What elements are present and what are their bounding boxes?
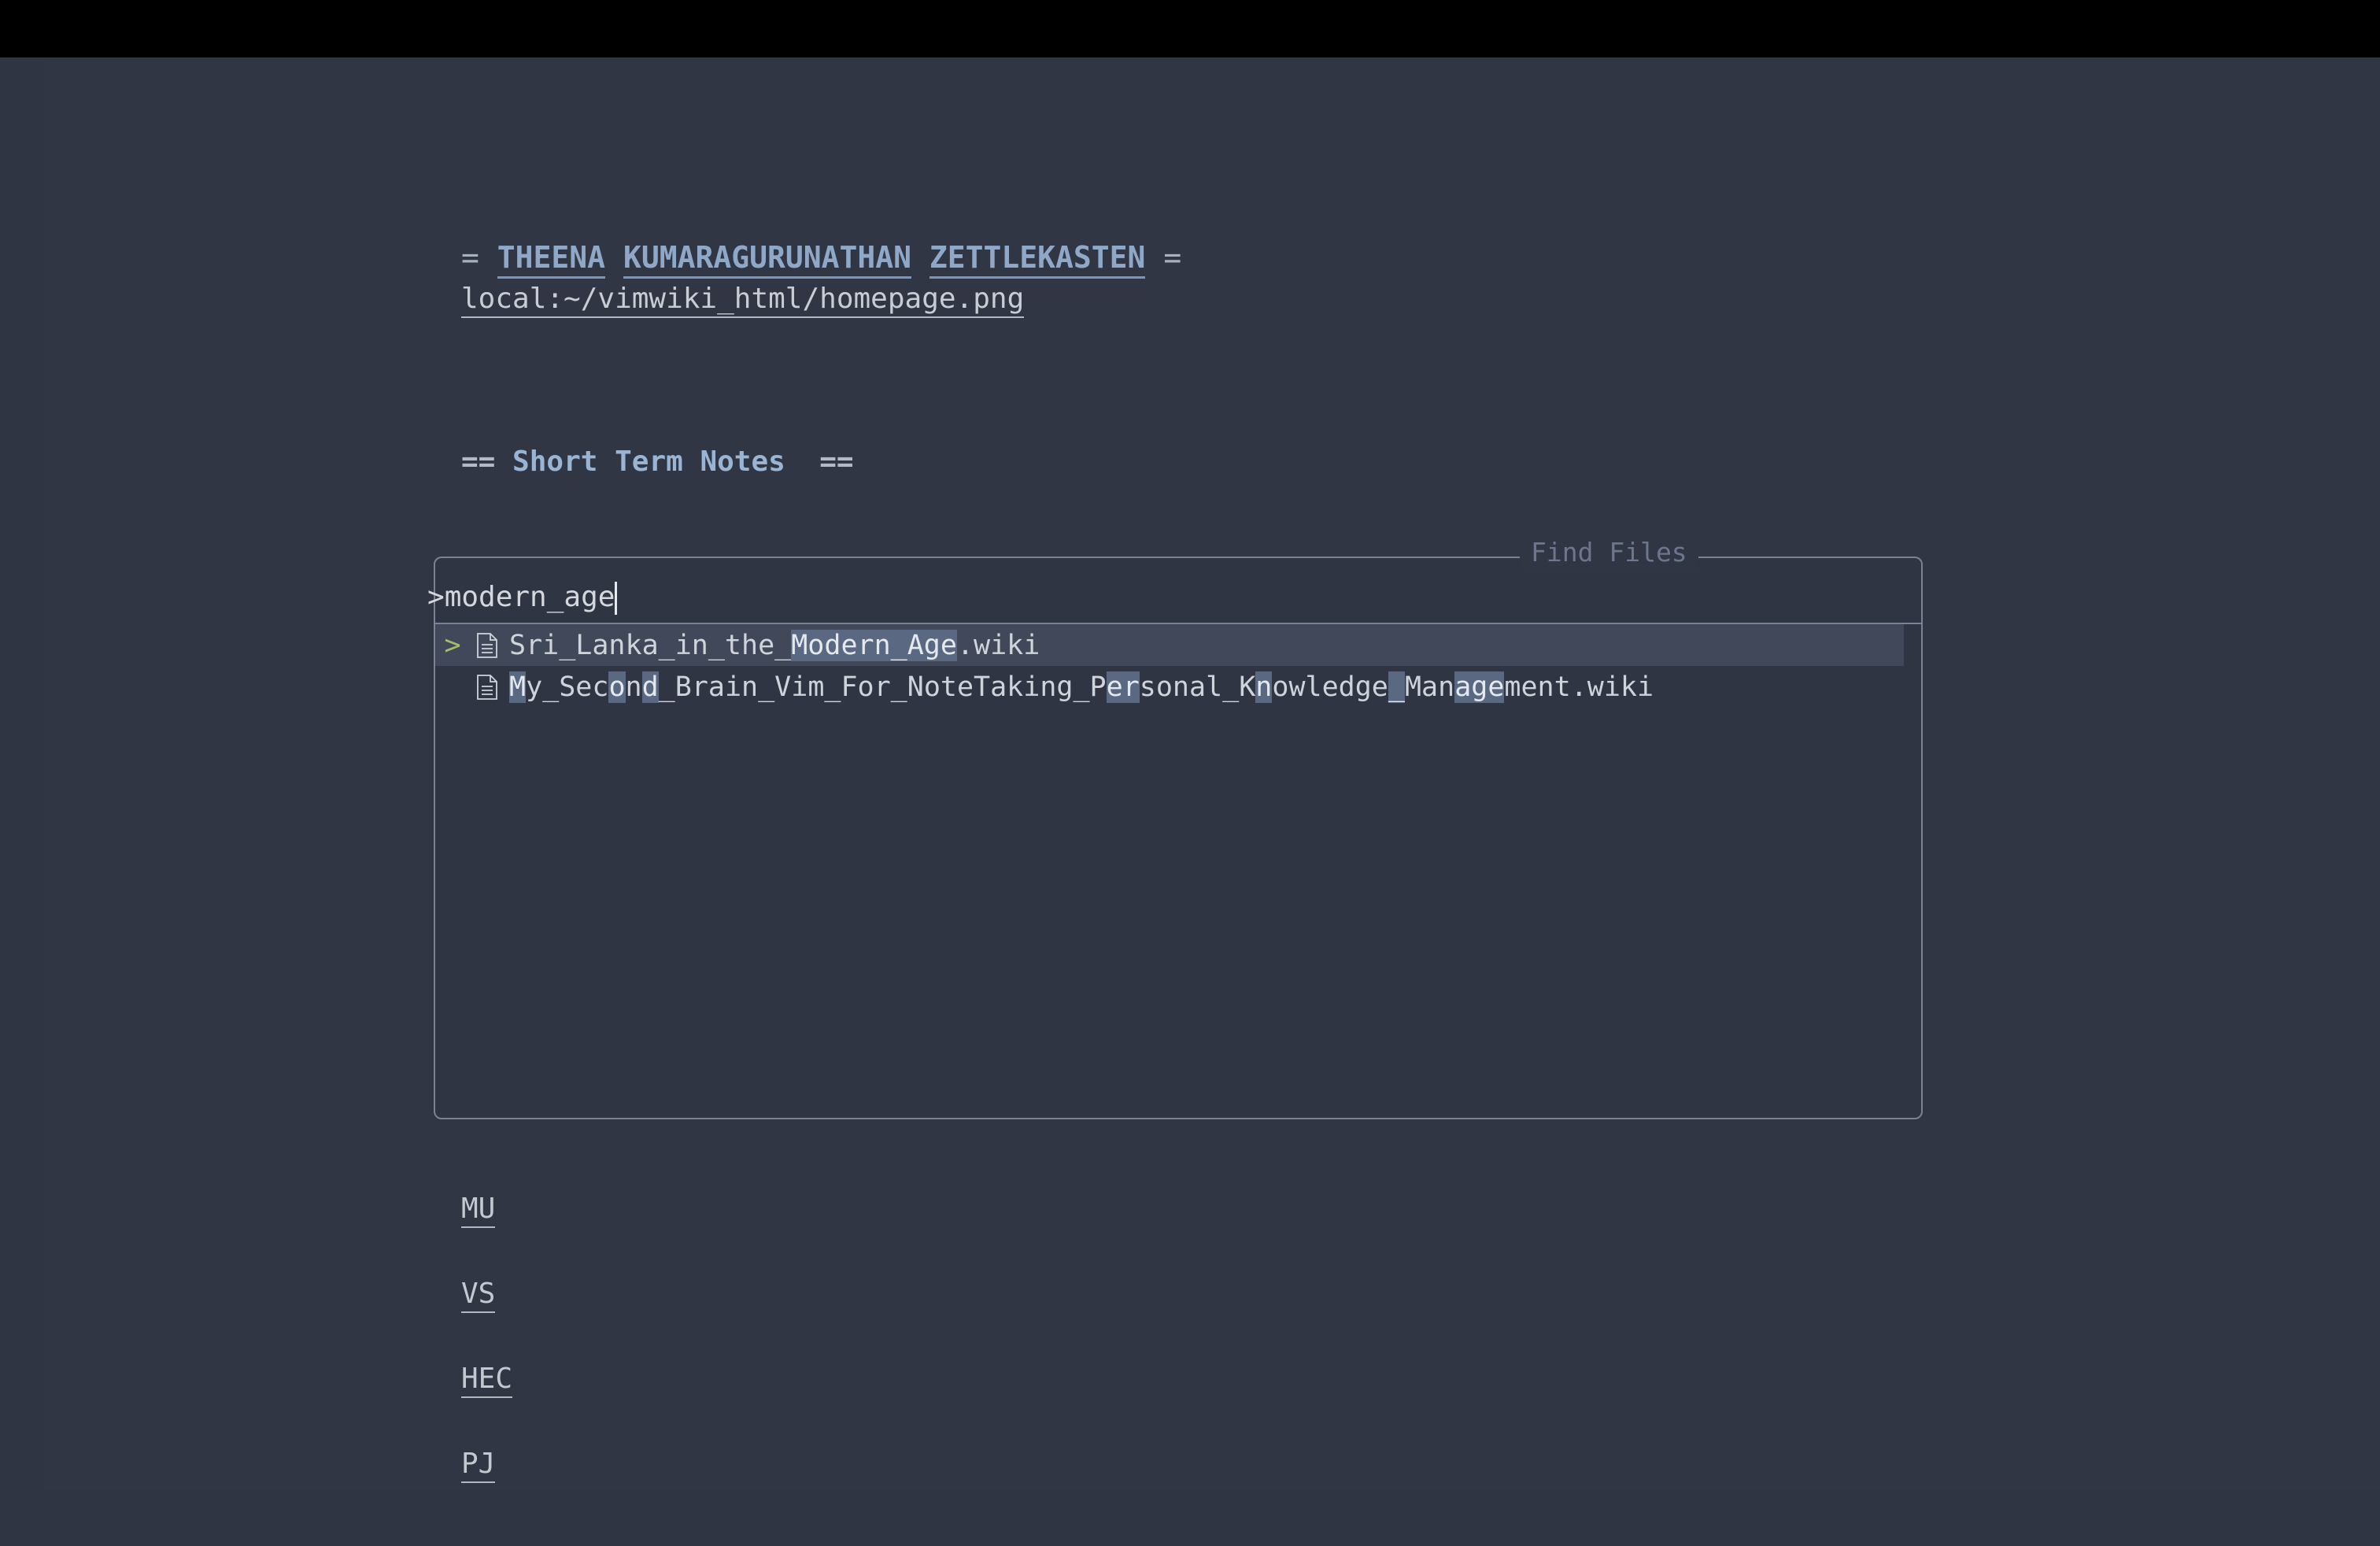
list-item-label: Sri_Lanka_in_the_Modern_Age.wiki [504,629,1040,661]
heading-marker-left: == [461,446,496,478]
title-word-3[interactable]: ZETTLEKASTEN [929,240,1146,279]
finder-title: Find Files [1520,537,1698,568]
image-path-text: local:~/vimwiki_html/homepage.png [461,283,1025,318]
find-files-popup: Find Files > modern_age > Sri_Lanka_in_t… [427,537,1924,1120]
list-item-label: My_Second_Brain_Vim_For_NoteTaking_Perso… [504,671,1654,703]
plain-text: Man [1404,671,1455,703]
finder-prompt-box: Find Files > modern_age [427,537,1923,623]
match-highlight: age [1454,671,1505,703]
match-highlight: er [1106,671,1140,703]
search-input-value: modern_age [444,580,615,613]
window-topbar [0,0,2380,57]
image-path-link[interactable]: local:~/vimwiki_html/homepage.png [461,279,1025,320]
plain-text: owledge [1272,671,1388,703]
vimwiki-page: = THEENA KUMARAGURUNATHAN ZETTLEKASTEN =… [0,57,2380,1546]
match-highlight: M [509,671,527,703]
plain-text: y_Sec [526,671,609,703]
plain-text: Sri_Lanka_in_the_ [509,629,792,661]
plain-text: sonal_K [1139,671,1256,703]
match-highlight: d [641,671,659,703]
file-icon [470,632,504,658]
wikilink-pj[interactable]: PJ [461,1446,496,1483]
finder-search-input[interactable]: > modern_age [427,577,1923,616]
title-word-2[interactable]: KUMARAGURUNATHAN [623,240,911,279]
match-highlight: _ [1388,671,1405,703]
wikilink-hec[interactable]: HEC [461,1361,513,1398]
plain-text: n [625,671,642,703]
wikilink-label: HEC [461,1363,513,1398]
plain-text: ment.wiki [1504,671,1654,703]
selection-caret-icon: > [444,629,461,661]
match-highlight: n [1255,671,1273,703]
wikilink-vs[interactable]: VS [461,1276,496,1313]
title-word-1[interactable]: THEENA [497,240,606,279]
plain-text: _Brain_Vim_For_NoteTaking_P [658,671,1107,703]
title-marker-left: = [461,240,479,275]
list-item[interactable]: > Sri_Lanka_in_the_Modern_Age.wiki [435,624,1921,666]
heading-marker-right: == [819,446,854,478]
section-heading: == Short Term Notes == [461,443,854,481]
heading-text: Short Term Notes [512,446,785,478]
wikilink-label: PJ [461,1448,496,1483]
match-highlight: o [608,671,626,703]
prompt-symbol: > [427,580,445,613]
page-title: = THEENA KUMARAGURUNATHAN ZETTLEKASTEN = [461,237,1182,279]
file-icon [470,674,504,700]
screen: = THEENA KUMARAGURUNATHAN ZETTLEKASTEN =… [0,0,2380,1546]
text-cursor [615,582,618,615]
match-highlight: Modern_Age [791,629,957,661]
wikilink-mu[interactable]: MU [461,1191,496,1228]
plain-text: .wiki [956,629,1040,661]
title-marker-right: = [1163,240,1182,275]
wikilink-label: MU [461,1193,496,1228]
wikilink-label: VS [461,1278,496,1313]
list-item[interactable]: > My_Second_Brain_Vim_For_NoteTaking_Per… [435,666,1921,708]
selection-caret-icon: > [435,671,470,703]
finder-results-list[interactable]: > Sri_Lanka_in_the_Modern_Age.wiki My_Se… [434,623,1923,1119]
